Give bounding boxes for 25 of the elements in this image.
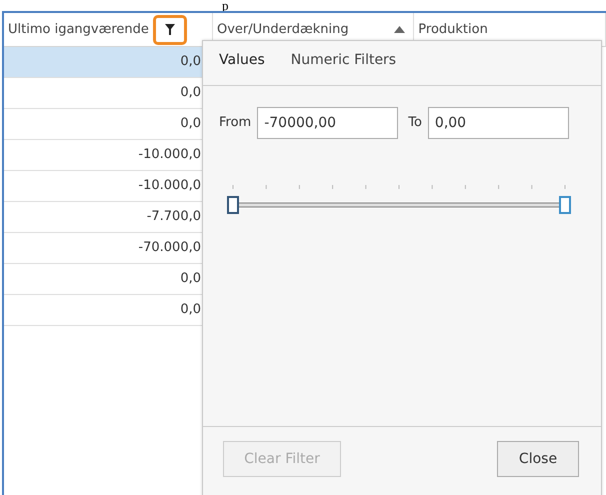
table-cell-text: 0,0 (180, 53, 201, 72)
filter-button[interactable] (152, 14, 187, 44)
slider-thumb[interactable] (559, 196, 571, 214)
table-cell-text: 0,0 (180, 270, 201, 288)
close-button[interactable]: Close (497, 441, 579, 477)
column-header[interactable]: Over/Underdækning (216, 20, 349, 40)
filter-icon (164, 24, 175, 35)
table-cell-text: -10.000,0 (138, 146, 201, 164)
table-cell-text: -70.000,0 (138, 239, 201, 258)
table-row[interactable]: 0,0 (4, 47, 203, 78)
number-field[interactable]: 0,00 (428, 107, 569, 139)
column-header[interactable]: Ultimo igangværende (8, 20, 149, 40)
table-cell-text: 0,0 (180, 84, 201, 102)
column-header[interactable]: Produktion (418, 20, 488, 40)
field-label: From (219, 114, 252, 132)
field-label: To (408, 114, 422, 132)
tab[interactable]: Values (219, 45, 265, 75)
sort-ascending-icon[interactable] (394, 26, 406, 33)
table-cell-text: -10.000,0 (138, 177, 201, 196)
tab[interactable]: Numeric Filters (290, 45, 396, 75)
table-cell-text: 0,0 (180, 301, 201, 320)
table-cell-text: 0,0 (180, 115, 201, 134)
number-field[interactable]: -70000,00 (257, 107, 398, 139)
table-cell-text: -7.700,0 (146, 208, 201, 226)
slider-thumb[interactable] (227, 196, 239, 214)
